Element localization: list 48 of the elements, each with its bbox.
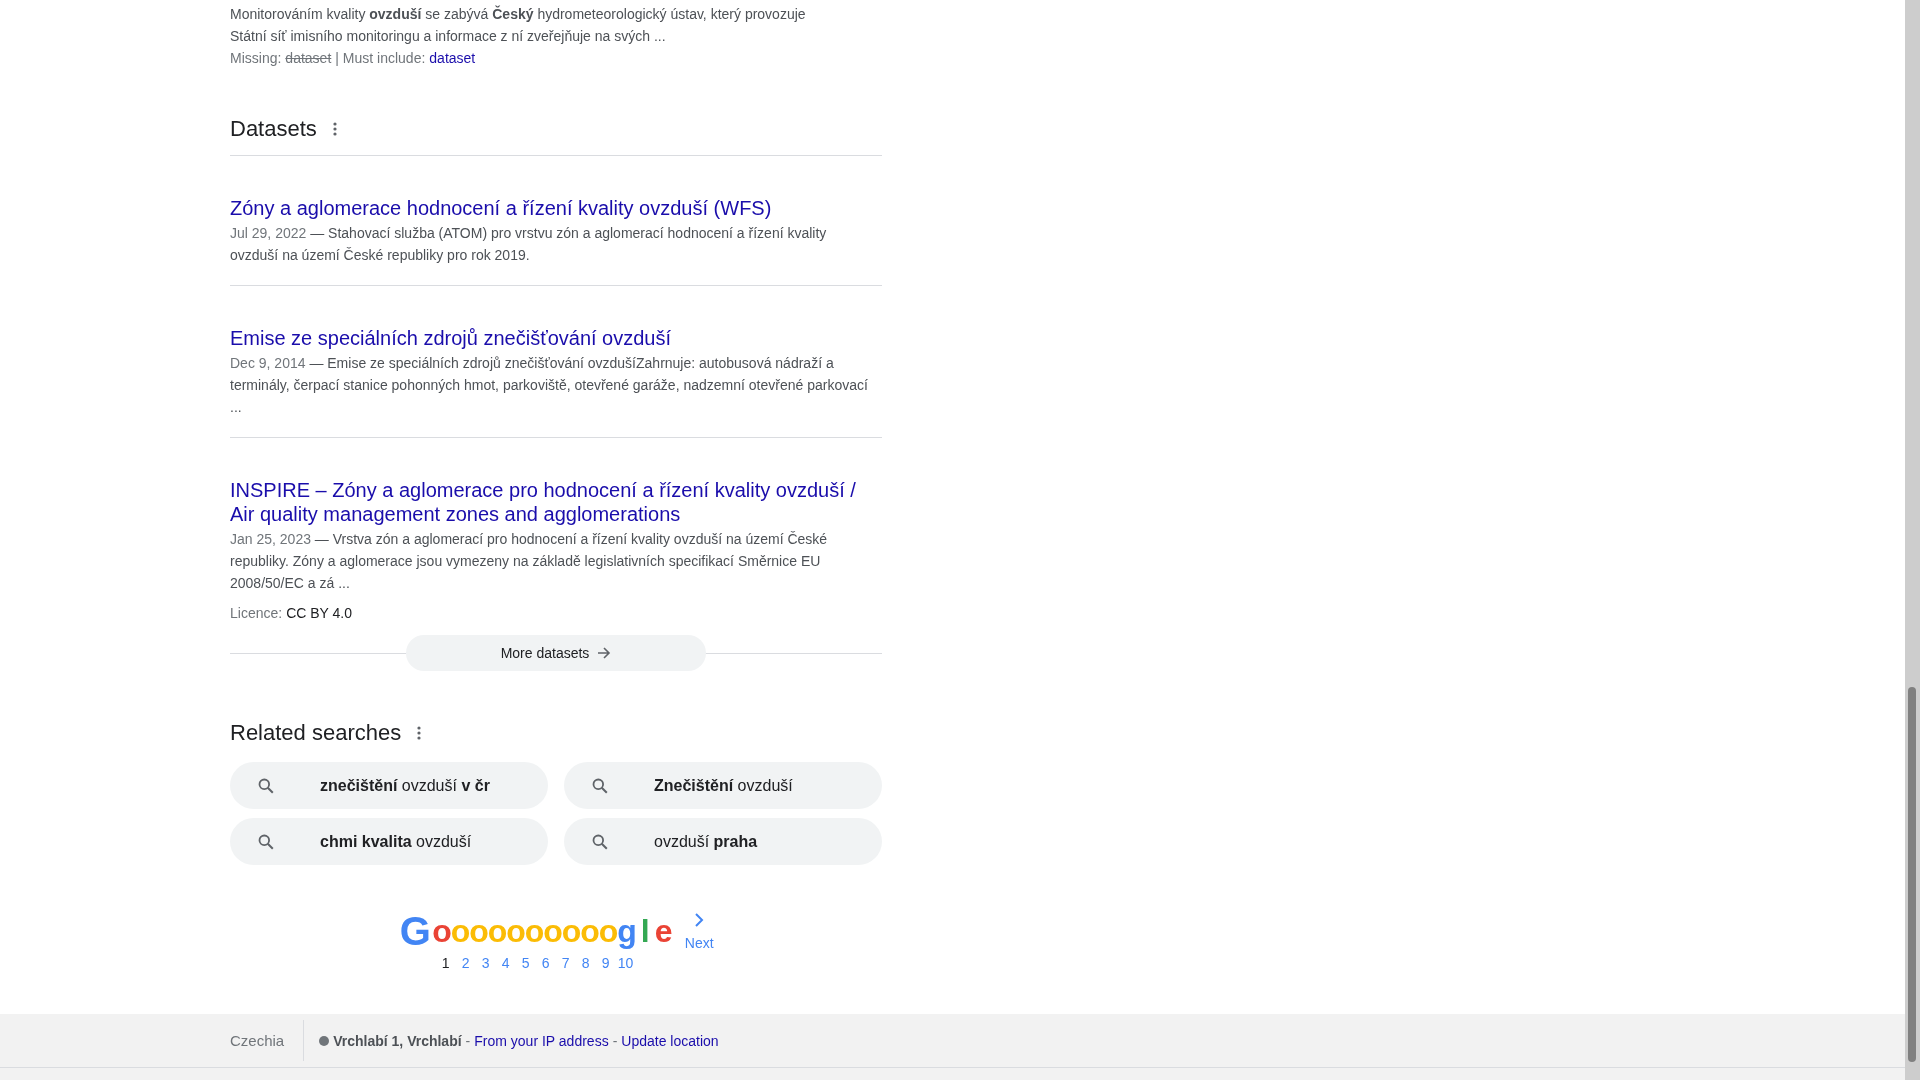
- dataset-title-link[interactable]: Emise ze speciálních zdrojů znečišťování ovzduší: [230, 326, 672, 350]
- country-label: Czechia: [0, 1020, 305, 1061]
- section-heading: Datasets: [230, 116, 317, 142]
- dataset-title-link[interactable]: Zóny a aglomerace hodnocení a řízení kvality ovzduší (WFS): [230, 196, 772, 220]
- page-link[interactable]: 6: [535, 955, 556, 971]
- related-search-chip[interactable]: chmi kvalita ovzduší: [230, 818, 548, 865]
- search-icon: [592, 833, 608, 850]
- missing-label: Missing:: [230, 49, 282, 68]
- location-dot-icon: [319, 1035, 330, 1046]
- page-link[interactable]: 7: [555, 955, 576, 971]
- arrow-right-icon: [597, 646, 612, 660]
- google-logo: Goooooooooogle: [398, 909, 673, 953]
- page-link[interactable]: 3: [475, 955, 496, 971]
- page-number: 1: [440, 955, 451, 971]
- page-link[interactable]: 9: [595, 955, 616, 971]
- must-include-label: | Must include:: [335, 49, 426, 68]
- location-link[interactable]: Update location: [621, 1032, 719, 1049]
- page-link[interactable]: 8: [575, 955, 596, 971]
- chevron-right-icon: [694, 913, 705, 927]
- location-link[interactable]: From your IP address: [474, 1032, 609, 1049]
- location-text: Vrchlabí 1, Vrchlabí: [333, 1032, 462, 1049]
- page-link[interactable]: 4: [495, 955, 516, 971]
- missing-term: dataset: [285, 49, 332, 68]
- scrollbar[interactable]: [1905, 0, 1920, 1080]
- licence-label: Licence:: [230, 604, 283, 623]
- related-search-chip[interactable]: ovzduší praha: [564, 818, 882, 865]
- more-options-icon[interactable]: [332, 122, 337, 136]
- section-heading: Related searches: [230, 720, 402, 746]
- search-icon: [258, 833, 274, 850]
- search-icon: [258, 777, 274, 794]
- next-page-link[interactable]: Next: [684, 909, 714, 971]
- related-search-chip[interactable]: Znečištění ovzduší: [564, 762, 882, 809]
- page-link[interactable]: 5: [515, 955, 536, 971]
- must-include-link[interactable]: dataset: [429, 47, 476, 69]
- dataset-description: Jan 25, 2023 — Vrstva zón a aglomerací pro hodnocení a řízení kvality ovzduší na území České republiky. Zóny a aglomerace jsou vymezeny na základě legislativních specifikací Směrnice EU 2008/50/EC a zá ...: [230, 530, 829, 593]
- dataset-description: Jul 29, 2022 — Stahovací služba (ATOM) pro vrstvu zón a aglomerací hodnocení a řízení kvality ovzduší na území České republiky pro rok 2019.: [230, 224, 828, 265]
- more-options-icon[interactable]: [417, 726, 422, 740]
- dataset-description: Dec 9, 2014 — Emise ze speciálních zdrojů znečišťování ovzdušíZahrnuje: autobusová nádraží a terminály, čerpací stanice pohonných hmot, parkoviště, otevřené garáže, nadzemní otevřené parkovací ...: [230, 354, 869, 417]
- page-link[interactable]: 10: [615, 955, 636, 971]
- dataset-title-link[interactable]: INSPIRE – Zóny a aglomerace pro hodnocení a řízení kvality ovzduší / Air quality management zones and agglomerations: [230, 478, 882, 526]
- related-search-chip[interactable]: znečištění ovzduší v čr: [230, 762, 548, 809]
- separator-text: -: [612, 1032, 618, 1049]
- search-icon: [592, 777, 608, 794]
- result-snippet: Monitorováním kvality ovzduší se zabývá Český hydrometeorologický ústav, který provozuje Státní síť imisního monitoringu a informace z ní zveřejňuje na svých ...: [230, 4, 807, 46]
- page-link[interactable]: 2: [455, 955, 476, 971]
- more-datasets-button[interactable]: More datasets: [406, 635, 706, 671]
- licence-value: CC BY 4.0: [286, 604, 353, 623]
- separator-text: -: [465, 1032, 471, 1049]
